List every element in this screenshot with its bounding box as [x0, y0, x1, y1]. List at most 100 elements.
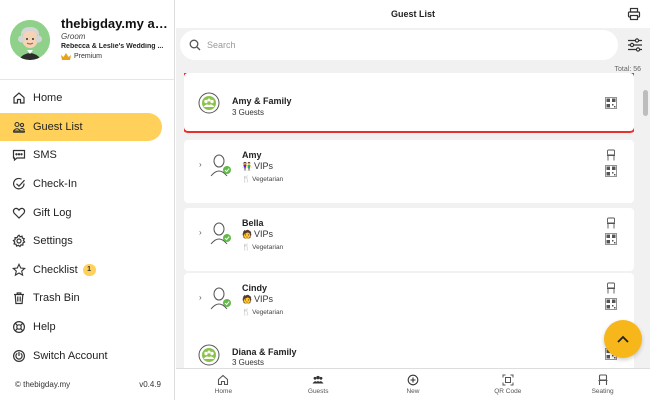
- profile-event: Rebecca & Leslie's Wedding ...: [61, 43, 164, 50]
- page-title: Guest List: [390, 9, 435, 19]
- list-scrollbar[interactable]: [643, 90, 648, 116]
- guest-avatar-icon: [210, 287, 231, 310]
- sidebar-item-label: Check-In: [33, 178, 78, 191]
- check-circle-icon: [12, 177, 26, 191]
- gear-icon: [12, 234, 26, 248]
- main-panel: Guest List Total: 56 Amy & Family 3 Gues…: [176, 0, 650, 400]
- category-label: VIPs: [253, 161, 273, 171]
- tab-qr-code[interactable]: QR Code: [460, 369, 555, 400]
- total-count: Total: 56: [614, 66, 641, 73]
- sidebar-item-label: Settings: [33, 235, 73, 248]
- seat-chair-icon[interactable]: [606, 149, 616, 161]
- sidebar-footer: © thebigday.my v0.4.9: [15, 380, 161, 389]
- top-bar: Guest List: [176, 0, 650, 28]
- filter-button[interactable]: [627, 38, 643, 52]
- fork-knife-icon: 🍴: [242, 309, 251, 316]
- sidebar: thebigday.my ad... Groom Rebecca & Lesli…: [0, 0, 175, 400]
- plan-label: Premium: [74, 53, 103, 60]
- profile-role: Groom: [61, 32, 86, 41]
- heart-icon: [12, 206, 26, 220]
- sidebar-item-switch-account[interactable]: Switch Account: [0, 341, 175, 370]
- group-card[interactable]: Diana & Family 3 Guests: [184, 330, 634, 368]
- sidebar-item-label: Guest List: [33, 120, 83, 133]
- trash-icon: [12, 291, 26, 305]
- chevron-right-icon[interactable]: ›: [199, 160, 202, 169]
- group-card[interactable]: Amy & Family 3 Guests: [184, 73, 634, 133]
- tab-guests[interactable]: Guests: [271, 369, 366, 400]
- sidebar-item-label: Gift Log: [33, 206, 72, 219]
- chevron-right-icon[interactable]: ›: [199, 228, 202, 237]
- sidebar-item-gift-log[interactable]: Gift Log: [0, 198, 175, 227]
- crown-icon: [61, 53, 71, 60]
- group-name: Diana & Family: [232, 347, 297, 357]
- sidebar-item-label: Help: [33, 321, 56, 334]
- profile-plan: Premium: [61, 53, 102, 60]
- guest-name: Amy: [242, 150, 262, 160]
- search-input[interactable]: [207, 40, 587, 50]
- chevron-right-icon[interactable]: ›: [199, 293, 202, 302]
- sidebar-item-settings[interactable]: Settings: [0, 227, 175, 256]
- group-count: 3 Guests: [232, 108, 265, 117]
- tab-home[interactable]: Home: [176, 369, 271, 400]
- diet-label: Vegetarian: [252, 175, 284, 183]
- sidebar-nav: Home Guest List SMS Check-In Gift Log Se…: [0, 84, 175, 370]
- app-version: v0.4.9: [139, 380, 161, 389]
- profile-header[interactable]: thebigday.my ad... Groom Rebecca & Lesli…: [0, 0, 175, 80]
- sidebar-item-trash-bin[interactable]: Trash Bin: [0, 284, 175, 313]
- couple-emoji-icon: 👫: [242, 161, 252, 171]
- bottom-tab-bar: Home Guests New QR Code Seating: [176, 368, 650, 400]
- diet-label: Vegetarian: [252, 308, 284, 316]
- sidebar-item-label: Home: [33, 92, 63, 105]
- family-group-icon: [198, 92, 220, 114]
- guest-name: Bella: [242, 218, 264, 228]
- tab-label: Seating: [591, 388, 614, 395]
- guest-avatar-icon: [210, 154, 231, 177]
- tab-new[interactable]: New: [366, 369, 461, 400]
- family-group-icon: [198, 344, 220, 366]
- sidebar-item-label: Checklist: [33, 263, 78, 276]
- chair-icon: [598, 374, 608, 385]
- qr-code-icon[interactable]: [605, 97, 617, 109]
- group-count: 3 Guests: [232, 358, 265, 367]
- copyright: © thebigday.my: [15, 380, 71, 389]
- group-name: Amy & Family: [232, 96, 292, 106]
- qr-code-icon[interactable]: [605, 233, 617, 245]
- sidebar-item-home[interactable]: Home: [0, 84, 175, 113]
- guest-card[interactable]: › Amy 👫 VIPs 🍴 Vegetarian: [184, 140, 634, 203]
- help-lifebuoy-icon: [12, 320, 26, 334]
- guest-category: 👫 VIPs: [242, 161, 273, 171]
- search-icon: [189, 39, 201, 51]
- qr-code-icon[interactable]: [605, 298, 617, 310]
- scroll-to-top-button[interactable]: [604, 320, 642, 358]
- sidebar-item-label: SMS: [33, 149, 57, 162]
- diet-tag: 🍴 Vegetarian: [242, 243, 284, 252]
- sidebar-item-check-in[interactable]: Check-In: [0, 170, 175, 199]
- seat-chair-icon[interactable]: [606, 282, 616, 294]
- tab-label: Guests: [307, 388, 329, 395]
- diet-tag: 🍴 Vegetarian: [242, 175, 284, 184]
- fork-knife-icon: 🍴: [242, 176, 251, 183]
- qr-scan-icon: [502, 374, 514, 386]
- people-icon: [312, 375, 324, 384]
- qr-code-icon[interactable]: [605, 165, 617, 177]
- home-icon: [12, 91, 26, 105]
- sidebar-item-checklist[interactable]: Checklist 1: [0, 256, 175, 285]
- diet-label: Vegetarian: [252, 243, 284, 251]
- star-icon: [12, 262, 26, 277]
- tab-label: QR Code: [494, 388, 522, 395]
- sidebar-item-sms[interactable]: SMS: [0, 141, 175, 170]
- tab-label: New: [406, 388, 420, 395]
- sidebar-item-help[interactable]: Help: [0, 313, 175, 342]
- search-bar[interactable]: [180, 30, 618, 60]
- tab-seating[interactable]: Seating: [555, 369, 650, 400]
- sidebar-item-guest-list[interactable]: Guest List: [0, 112, 162, 142]
- seat-chair-icon[interactable]: [606, 217, 616, 229]
- plus-circle-icon: [407, 374, 419, 386]
- guest-card[interactable]: › Cindy 🧑 VIPs 🍴 Vegetarian: [184, 273, 634, 336]
- guest-card[interactable]: › Bella 🧑 VIPs 🍴 Vegetarian: [184, 208, 634, 271]
- print-button[interactable]: [627, 7, 641, 21]
- guest-name: Cindy: [242, 283, 268, 293]
- category-label: VIPs: [253, 294, 273, 304]
- diet-tag: 🍴 Vegetarian: [242, 308, 284, 317]
- chevron-up-icon: [617, 335, 629, 343]
